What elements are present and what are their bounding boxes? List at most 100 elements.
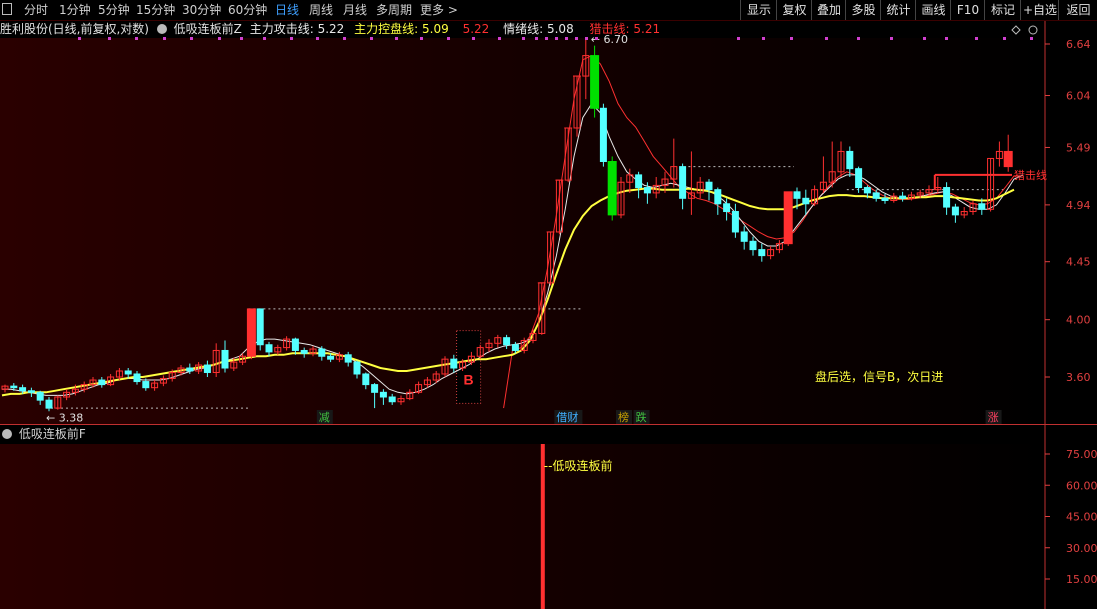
- candle-body[interactable]: [740, 231, 748, 242]
- candle-body[interactable]: [855, 168, 863, 189]
- candle-body[interactable]: [714, 189, 722, 205]
- kline-chart[interactable]: 3.604.004.454.945.496.046.64B← 6.70← 3.3…: [0, 0, 1097, 609]
- candle-body[interactable]: [846, 150, 854, 170]
- candle-body[interactable]: [124, 370, 132, 375]
- candle-body[interactable]: [599, 107, 607, 163]
- adjust-button[interactable]: 复权: [776, 0, 812, 20]
- candle-body[interactable]: [872, 192, 880, 199]
- event-tag[interactable]: 涨: [988, 411, 999, 424]
- emotion-line-value: 5.08: [546, 22, 574, 36]
- tab-period[interactable]: 1分钟: [59, 2, 91, 18]
- candle-body[interactable]: [731, 211, 739, 233]
- candle-body[interactable]: [318, 348, 326, 357]
- candle-body[interactable]: [607, 161, 617, 216]
- candle-body[interactable]: [300, 349, 308, 354]
- control-line-label: 主力控盘线:: [354, 22, 419, 36]
- candle-body[interactable]: [256, 308, 264, 346]
- candle-body[interactable]: [503, 337, 511, 346]
- candle-body[interactable]: [327, 355, 335, 360]
- f10-button[interactable]: F10: [950, 0, 985, 20]
- mark-button[interactable]: 标记: [984, 0, 1021, 20]
- candle-body[interactable]: [221, 349, 229, 369]
- attack-line-value: 5.22: [317, 22, 345, 36]
- candle-body[interactable]: [749, 240, 757, 251]
- candle-body[interactable]: [265, 344, 273, 353]
- candle-body[interactable]: [590, 55, 600, 109]
- candle-body[interactable]: [643, 187, 651, 194]
- tab-period[interactable]: 15分钟: [136, 2, 175, 18]
- back-button[interactable]: 返回: [1058, 0, 1097, 20]
- indicator-name[interactable]: 低吸连板前Z: [174, 22, 242, 36]
- candle-body[interactable]: [783, 191, 793, 245]
- strike-line-label: 猎击线:: [589, 22, 630, 36]
- stock-title: 胜利股份(日线,前复权,对数): [0, 22, 149, 36]
- candle-body[interactable]: [679, 166, 687, 199]
- sub-y-axis-label: 45.00: [1066, 511, 1097, 524]
- overlay-button[interactable]: 叠加: [811, 0, 846, 20]
- candle-body[interactable]: [371, 384, 379, 393]
- candle-body[interactable]: [45, 399, 53, 409]
- signal-box: [456, 330, 482, 404]
- y-axis-label: 4.94: [1066, 199, 1091, 212]
- candle-body[interactable]: [978, 203, 986, 210]
- event-tag[interactable]: 跌: [636, 410, 647, 424]
- draw-button[interactable]: 画线: [915, 0, 951, 20]
- tab-period[interactable]: 多周期: [376, 2, 412, 18]
- candle-body[interactable]: [943, 187, 951, 208]
- candle-body[interactable]: [291, 338, 299, 351]
- indicator-info-row: 胜利股份(日线,前复权,对数) 低吸连板前Z 主力攻击线: 5.22 主力控盘线…: [0, 20, 1045, 38]
- candle-body[interactable]: [705, 181, 713, 191]
- display-button[interactable]: 显示: [740, 0, 777, 20]
- tab-period[interactable]: 5分钟: [98, 2, 130, 18]
- stats-button[interactable]: 统计: [880, 0, 916, 20]
- candle-body[interactable]: [450, 358, 458, 369]
- candle-body[interactable]: [10, 385, 18, 389]
- tab-period[interactable]: 周线: [309, 2, 333, 18]
- candle-body[interactable]: [635, 174, 643, 189]
- tab-period[interactable]: 月线: [343, 2, 367, 18]
- candle-body[interactable]: [142, 381, 150, 389]
- tab-period[interactable]: 30分钟: [182, 2, 221, 18]
- candle-body[interactable]: [793, 191, 801, 199]
- tab-more[interactable]: 更多 >: [420, 2, 458, 18]
- multi-stock-button[interactable]: 多股: [845, 0, 881, 20]
- candle-body[interactable]: [133, 373, 141, 383]
- candle-body[interactable]: [723, 203, 731, 213]
- candle-body[interactable]: [362, 373, 370, 386]
- collapse-icon[interactable]: [156, 24, 167, 34]
- low-price-label: ← 3.38: [46, 411, 83, 424]
- candle-body[interactable]: [863, 187, 871, 194]
- candle-body[interactable]: [388, 396, 396, 403]
- candle-body[interactable]: [758, 249, 766, 257]
- tab-period[interactable]: 分时: [24, 2, 48, 18]
- candle-body[interactable]: [353, 361, 361, 375]
- y-axis-label: 4.45: [1066, 256, 1091, 269]
- candle-body[interactable]: [1003, 150, 1013, 168]
- candle-body[interactable]: [19, 387, 27, 392]
- add-watchlist-button[interactable]: +自选: [1020, 0, 1059, 20]
- main-panel-bg: [0, 38, 1045, 424]
- candle-body[interactable]: [36, 391, 44, 401]
- candle-body[interactable]: [186, 367, 194, 372]
- event-tag[interactable]: 榜: [618, 410, 629, 424]
- candle-body[interactable]: [203, 364, 211, 373]
- candle-body[interactable]: [379, 391, 387, 398]
- candle-body[interactable]: [511, 344, 519, 351]
- attack-line-label: 主力攻击线:: [249, 22, 314, 36]
- panel-toggle-icon[interactable]: [2, 3, 12, 15]
- candle-body[interactable]: [344, 354, 352, 363]
- tab-period[interactable]: 60分钟: [228, 2, 267, 18]
- candle-body[interactable]: [802, 197, 810, 205]
- candle-body[interactable]: [98, 379, 106, 386]
- candle-body[interactable]: [899, 195, 907, 199]
- candle-body[interactable]: [951, 206, 959, 216]
- candle-body[interactable]: [881, 197, 889, 201]
- event-tag[interactable]: 减: [319, 411, 330, 424]
- sub-collapse-icon[interactable]: [2, 429, 12, 439]
- event-tag[interactable]: 借财: [556, 410, 578, 424]
- tab-period-active[interactable]: 日线: [275, 2, 299, 18]
- emotion-line-label: 情绪线:: [503, 22, 544, 36]
- candle-body[interactable]: [27, 390, 35, 393]
- y-axis-label: 6.64: [1066, 38, 1091, 51]
- candle-body[interactable]: [246, 308, 256, 357]
